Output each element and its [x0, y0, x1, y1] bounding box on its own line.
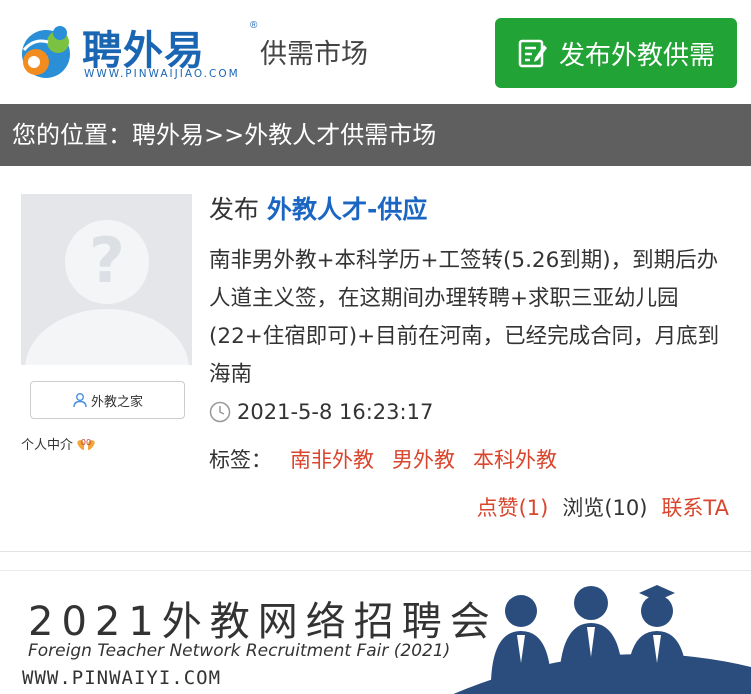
banner-subtitle: Foreign Teacher Network Recruitment Fair… — [28, 641, 451, 661]
heart-hands-icon: 00 — [77, 438, 95, 450]
post-time: 2021-5-8 16:23:17 — [209, 400, 729, 424]
people-silhouettes-icon — [453, 585, 751, 694]
banner-title: 2021外教网络招聘会 — [28, 599, 498, 645]
logo-mark-icon — [22, 26, 70, 78]
logo-subtitle: 供需市场 — [260, 39, 368, 70]
clock-icon — [209, 401, 231, 423]
site-header: 聘外易 ® 供需市场 WWW.PINWAIJIAO.COM 发布外教供需 — [0, 0, 751, 104]
banner-url: WWW.PINWAIYI.COM — [22, 667, 222, 689]
post-title-prefix: 发布 — [209, 195, 260, 224]
like-button[interactable]: 点赞(1) — [477, 492, 549, 522]
user-icon — [73, 393, 87, 408]
tag-list: 标签： 南非外教 男外教 本科外教 — [209, 444, 729, 474]
post-datetime: 2021-5-8 16:23:17 — [237, 400, 434, 424]
tag-item[interactable]: 南非外教 — [290, 444, 374, 474]
publish-button-label: 发布外教供需 — [558, 40, 715, 71]
breadcrumb-separator: >> — [204, 121, 245, 149]
like-label: 点赞 — [476, 496, 519, 520]
edit-note-icon — [518, 39, 547, 68]
avatar[interactable]: ? — [21, 194, 192, 365]
breadcrumb: 您的位置：聘外易>>外教人才供需市场 — [0, 104, 751, 166]
author-type-label: 个人中介 — [21, 438, 74, 453]
breadcrumb-home-link[interactable]: 聘外易 — [132, 121, 204, 149]
post-actions: 点赞(1) 浏览(10) 联系TA — [477, 492, 729, 522]
logo-registered-mark: ® — [250, 20, 258, 31]
contact-button[interactable]: 联系TA — [661, 492, 729, 522]
teacher-home-button[interactable]: 外教之家 — [30, 381, 185, 419]
breadcrumb-current: 外教人才供需市场 — [244, 121, 437, 149]
author-badge: 00 — [81, 438, 91, 447]
post-card: ? 外教之家 个人中介 00 发布 外教人才-供应 南非男外教+本科学历+工签转… — [0, 166, 751, 552]
tag-item[interactable]: 男外教 — [392, 444, 455, 474]
logo-url: WWW.PINWAIJIAO.COM — [84, 68, 240, 80]
author-type: 个人中介 00 — [21, 434, 97, 453]
publish-supply-demand-button[interactable]: 发布外教供需 — [495, 18, 737, 88]
post-category-link[interactable]: 外教人才-供应 — [267, 195, 427, 224]
breadcrumb-prefix: 您的位置： — [12, 121, 132, 149]
recruitment-fair-banner[interactable]: 2021外教网络招聘会 Foreign Teacher Network Recr… — [0, 570, 751, 694]
site-logo[interactable]: 聘外易 ® 供需市场 WWW.PINWAIJIAO.COM — [14, 18, 394, 90]
default-avatar-icon: ? — [21, 194, 192, 365]
teacher-home-label: 外教之家 — [90, 394, 143, 410]
view-count: (10) — [604, 496, 648, 520]
post-title: 发布 外教人才-供应 — [209, 192, 729, 228]
post-body: 发布 外教人才-供应 南非男外教+本科学历+工签转(5.26到期)，到期后办人道… — [209, 192, 729, 520]
like-count: (1) — [518, 496, 549, 520]
post-description: 南非男外教+本科学历+工签转(5.26到期)，到期后办人道主义签，在这期间办理转… — [209, 248, 720, 387]
view-label: 浏览 — [562, 496, 605, 520]
tags-label: 标签： — [209, 448, 272, 472]
svg-text:?: ? — [89, 224, 125, 297]
tag-item[interactable]: 本科外教 — [473, 444, 557, 474]
view-stat: 浏览(10) — [562, 492, 647, 522]
